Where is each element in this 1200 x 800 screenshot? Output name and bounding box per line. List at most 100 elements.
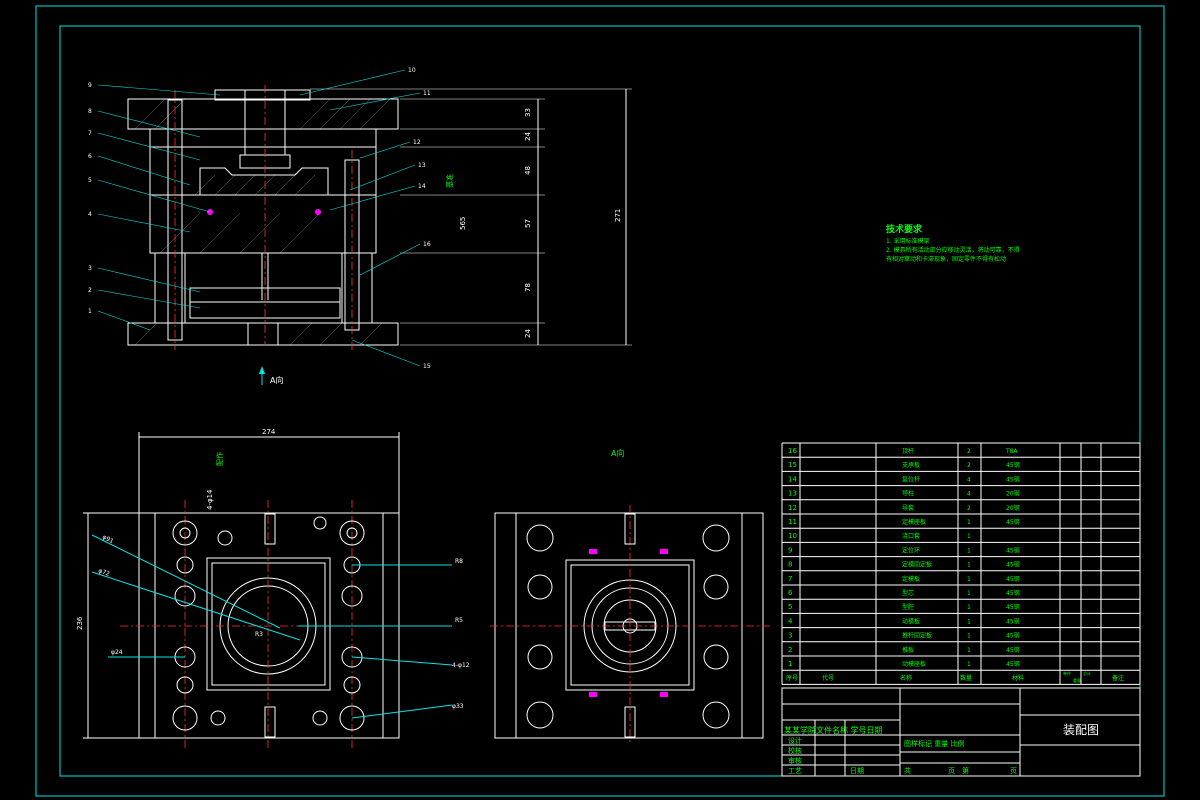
parts-row-no: 12 <box>788 504 797 512</box>
parts-row-no: 16 <box>788 447 797 455</box>
parts-row-no: 3 <box>788 632 792 640</box>
plan-height: 236 <box>76 616 84 630</box>
parts-row-name: 支承板 <box>902 461 920 469</box>
dim-78: 78 <box>524 283 532 292</box>
parts-row-material: 45钢 <box>1006 546 1020 554</box>
parts-header-material: 材料 <box>1012 674 1024 682</box>
callout-12: 12 <box>413 139 421 146</box>
title-sheet-unit2: 页 <box>1010 767 1017 775</box>
parts-row-name: 导柱 <box>902 490 914 498</box>
parts-row-no: 11 <box>788 518 797 526</box>
plan-dim-r5: R5 <box>455 617 463 624</box>
parts-row-material: 45钢 <box>1006 461 1020 469</box>
parts-row-material: 20钢 <box>1006 490 1020 498</box>
parts-row-material: 45钢 <box>1006 660 1020 668</box>
parts-row-name: 定模板 <box>902 575 920 583</box>
callout-6: 6 <box>88 153 92 160</box>
view-label-top: A向 <box>270 375 283 385</box>
parts-row-no: 8 <box>788 561 792 569</box>
parts-header-name: 名称 <box>900 674 912 682</box>
callout-8: 8 <box>88 108 92 115</box>
parts-row-material: 45钢 <box>1006 561 1020 569</box>
callout-15: 15 <box>423 363 431 370</box>
side-label-2: 565 <box>459 217 467 230</box>
drawing-name: 装配图 <box>1063 723 1099 737</box>
plan-dim-phi24: φ24 <box>111 649 123 656</box>
parts-header-qty: 数量 <box>960 674 972 682</box>
parts-row-qty: 2 <box>967 448 971 455</box>
plan-dim-4phi12: 4-φ12 <box>452 662 470 669</box>
parts-header-weight: 重量 <box>1073 677 1081 683</box>
parts-row-name: 定模固定板 <box>902 561 932 569</box>
parts-row-qty: 1 <box>967 590 971 597</box>
dim-24-top: 24 <box>524 132 532 141</box>
side-label: 基准 <box>445 174 454 188</box>
parts-row-no: 13 <box>788 490 797 498</box>
callout-13: 13 <box>418 162 426 169</box>
parts-row-material: T8A <box>1005 448 1018 455</box>
parts-row-qty: 1 <box>967 661 971 668</box>
callout-7: 7 <box>88 130 92 137</box>
parts-row-no: 2 <box>788 646 792 654</box>
parts-row-no: 15 <box>788 461 797 469</box>
title-sheet-total: 共 <box>904 766 911 775</box>
parts-row-qty: 2 <box>967 462 971 469</box>
callout-5: 5 <box>88 177 92 184</box>
parts-row-material: 45钢 <box>1006 603 1020 611</box>
parts-row-qty: 1 <box>967 547 971 554</box>
plan-dim-phi33: φ33 <box>452 703 464 710</box>
title-check: 校核 <box>788 746 802 755</box>
parts-row-qty: 4 <box>967 491 971 498</box>
parts-row-no: 1 <box>788 660 792 668</box>
parts-row-no: 7 <box>788 575 792 583</box>
parts-row-no: 4 <box>788 617 793 625</box>
parts-row-qty: 2 <box>967 505 971 512</box>
parts-header-no: 序号 <box>786 674 798 682</box>
tech-line-2: 2. 模具所有活动部分应移动灵活，将动可靠，不得 <box>886 246 1020 254</box>
cad-drawing-canvas: 33 24 48 57 78 24 271 基准 565 9 8 7 6 5 4… <box>0 0 1200 800</box>
parts-row-name: 顶杆 <box>902 447 914 455</box>
parts-row-name: 型芯 <box>902 589 914 597</box>
parts-row-qty: 1 <box>967 647 971 654</box>
callout-3: 3 <box>88 265 92 272</box>
parts-row-no: 6 <box>788 589 793 597</box>
parts-header-code: 代号 <box>822 674 834 682</box>
parts-row-qty: 4 <box>967 476 971 483</box>
parts-row-name: 浇口套 <box>902 532 920 540</box>
parts-row-material: 45钢 <box>1006 518 1020 526</box>
view-label-bottom: A向 <box>611 448 624 458</box>
parts-row-qty: 1 <box>967 562 971 569</box>
parts-row-name: 复位杆 <box>902 475 920 483</box>
parts-row-qty: 1 <box>967 604 971 611</box>
parts-row-no: 5 <box>788 603 792 611</box>
parts-row-material: 45钢 <box>1006 575 1020 583</box>
plan-dim-r3: R3 <box>255 631 263 638</box>
parts-row-name: 推杆固定板 <box>902 632 932 640</box>
dim-overall-height: 271 <box>614 209 622 222</box>
parts-row-name: 推板 <box>902 646 914 654</box>
callout-4: 4 <box>88 211 92 218</box>
dim-24-bottom: 24 <box>524 329 532 338</box>
callout-9: 9 <box>88 82 92 89</box>
parts-row-name: 定位环 <box>902 546 920 554</box>
parts-row-qty: 1 <box>967 618 971 625</box>
parts-row-qty: 1 <box>967 533 971 540</box>
title-process: 工艺 <box>788 767 802 775</box>
parts-row-name: 动模座板 <box>902 660 926 668</box>
parts-row-no: 10 <box>788 532 797 540</box>
tech-line-1: 1. 采用标准模架 <box>886 237 930 245</box>
plan-dim-r8: R8 <box>455 558 463 565</box>
dim-33: 33 <box>524 108 532 117</box>
parts-row-material: 45钢 <box>1006 475 1020 483</box>
title-sheet-no: 第 <box>962 766 969 775</box>
dim-48: 48 <box>524 166 532 175</box>
title-review: 审核 <box>788 756 802 765</box>
parts-row-material: 45钢 <box>1006 617 1020 625</box>
parts-header-single: 单件 <box>1063 670 1071 676</box>
parts-row-material: 45钢 <box>1006 589 1020 597</box>
plan-dim-4phi14: 4-φ14 <box>206 489 214 510</box>
title-sheet-unit: 页 <box>948 767 955 775</box>
dim-57: 57 <box>524 219 532 228</box>
parts-row-qty: 1 <box>967 633 971 640</box>
parts-row-name: 导套 <box>902 504 914 512</box>
